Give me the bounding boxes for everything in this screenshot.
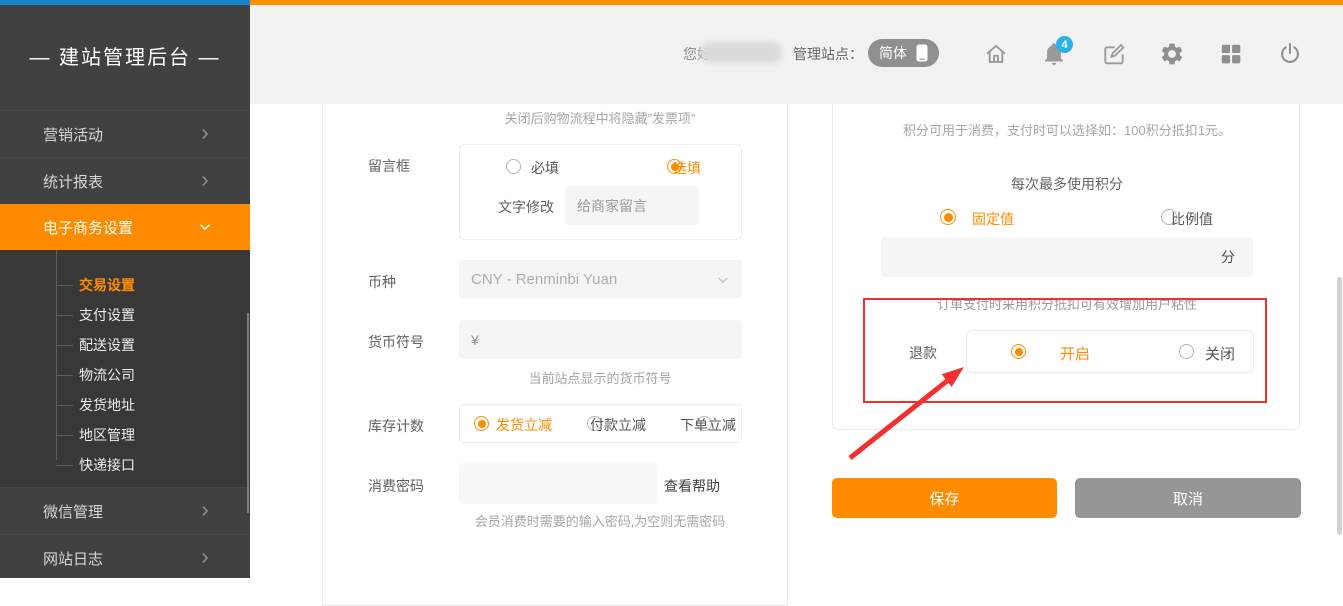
submenu-item-express-interface[interactable]: 快递接口 bbox=[0, 450, 250, 480]
chevron-right-icon bbox=[198, 504, 212, 518]
sidebar: — 建站管理后台 — 营销活动 统计报表 电子商务设置 交易设置 支付设置 配送… bbox=[0, 5, 250, 578]
submenu-item-delivery-settings[interactable]: 配送设置 bbox=[0, 330, 250, 360]
currency-symbol-hint: 当前站点显示的货币符号 bbox=[528, 368, 671, 387]
radio-ratio-value-label[interactable]: 比例值 bbox=[1171, 209, 1213, 229]
sidebar-item-label: 营销活动 bbox=[43, 124, 103, 145]
radio-fixed-value[interactable] bbox=[940, 209, 956, 225]
radio-optional-label[interactable]: 选填 bbox=[673, 158, 701, 178]
consume-password-label: 消费密码 bbox=[368, 476, 424, 496]
sidebar-item-label: 统计报表 bbox=[43, 171, 103, 192]
currency-symbol-label: 货币符号 bbox=[368, 332, 424, 352]
submenu-item-shipping-address[interactable]: 发货地址 bbox=[0, 390, 250, 420]
submenu-item-region-management[interactable]: 地区管理 bbox=[0, 420, 250, 450]
consume-password-input[interactable] bbox=[459, 463, 657, 504]
max-points-title: 每次最多使用积分 bbox=[1011, 174, 1123, 194]
view-help-link[interactable]: 查看帮助 bbox=[664, 476, 720, 496]
power-icon[interactable] bbox=[1277, 41, 1303, 67]
sidebar-item-label: 微信管理 bbox=[43, 501, 103, 522]
sidebar-item-label: 网站日志 bbox=[43, 548, 103, 569]
settings-icon[interactable] bbox=[1159, 41, 1185, 67]
sidebar-item-wechat[interactable]: 微信管理 bbox=[0, 487, 250, 534]
home-icon[interactable] bbox=[983, 41, 1009, 67]
radio-required-label[interactable]: 必填 bbox=[531, 158, 559, 178]
sidebar-item-reports[interactable]: 统计报表 bbox=[0, 157, 250, 204]
consume-password-hint: 会员消费时需要的输入密码,为空则无需密码 bbox=[475, 511, 726, 530]
radio-pay-deduct-label[interactable]: 付款立减 bbox=[590, 415, 646, 435]
refund-card: 开启 关闭 bbox=[966, 330, 1254, 373]
chevron-down-icon bbox=[198, 220, 212, 234]
sidebar-item-label: 电子商务设置 bbox=[43, 217, 133, 238]
compose-icon[interactable] bbox=[1101, 41, 1127, 67]
sidebar-item-site-logs[interactable]: 网站日志 bbox=[0, 534, 250, 581]
language-label: 简体 bbox=[879, 43, 907, 63]
chevron-down-icon bbox=[716, 273, 730, 287]
save-button[interactable]: 保存 bbox=[832, 478, 1057, 518]
radio-required[interactable] bbox=[506, 159, 521, 174]
submenu-item-trade-settings[interactable]: 交易设置 bbox=[0, 270, 250, 300]
max-points-input[interactable]: 分 bbox=[881, 237, 1253, 277]
stock-count-card: 发货立减 付款立减 下单立减 bbox=[459, 404, 742, 443]
radio-refund-off[interactable] bbox=[1179, 344, 1194, 359]
merchant-message-input[interactable]: 给商家留言 bbox=[565, 186, 699, 225]
radio-ship-deduct-label[interactable]: 发货立减 bbox=[496, 415, 552, 435]
submenu-item-payment-settings[interactable]: 支付设置 bbox=[0, 300, 250, 330]
manage-site-label: 管理站点： bbox=[793, 44, 863, 64]
message-box-card: 必填 选填 文字修改 给商家留言 bbox=[459, 144, 742, 240]
text-edit-label: 文字修改 bbox=[498, 197, 554, 217]
sidebar-submenu: 交易设置 支付设置 配送设置 物流公司 发货地址 地区管理 快递接口 bbox=[0, 250, 250, 487]
message-box-label: 留言框 bbox=[368, 156, 410, 176]
invoice-hint: 关闭后购物流程中将隐藏”发票项” bbox=[505, 108, 696, 127]
currency-select[interactable]: CNY - Renminbi Yuan bbox=[459, 260, 742, 299]
header-bar: 您好 管理站点： 简体 4 bbox=[250, 5, 1343, 104]
points-hint: 积分可用于消费，支付时可以选择如：100积分抵扣1元。 bbox=[903, 120, 1231, 139]
bell-icon[interactable]: 4 bbox=[1041, 41, 1067, 67]
app-logo: — 建站管理后台 — bbox=[0, 41, 250, 70]
deduction-hint: 订单支付时采用积分抵扣可有效增加用户粘性 bbox=[937, 294, 1197, 313]
sidebar-item-marketing[interactable]: 营销活动 bbox=[0, 110, 250, 157]
phone-icon bbox=[916, 44, 928, 62]
currency-symbol-input[interactable]: ¥ bbox=[459, 320, 742, 359]
trade-settings-panel: 关闭后购物流程中将隐藏”发票项” 留言框 必填 选填 文字修改 给商家留言 币种… bbox=[322, 104, 788, 606]
radio-fixed-value-label[interactable]: 固定值 bbox=[972, 209, 1014, 229]
radio-refund-on-label[interactable]: 开启 bbox=[1060, 343, 1090, 364]
sidebar-item-ecommerce-settings[interactable]: 电子商务设置 bbox=[0, 204, 250, 250]
chevron-right-icon bbox=[198, 127, 212, 141]
points-settings-panel: 积分可用于消费，支付时可以选择如：100积分抵扣1元。 每次最多使用积分 固定值… bbox=[832, 104, 1300, 430]
sidebar-scrollbar[interactable] bbox=[247, 313, 249, 513]
points-unit-suffix: 分 bbox=[1221, 247, 1235, 267]
radio-order-deduct-label[interactable]: 下单立减 bbox=[680, 415, 736, 435]
redacted-username bbox=[700, 42, 782, 63]
stock-count-label: 库存计数 bbox=[368, 416, 424, 436]
page-scrollbar[interactable] bbox=[1337, 277, 1342, 535]
radio-refund-off-label[interactable]: 关闭 bbox=[1205, 343, 1235, 364]
submenu-item-logistics-company[interactable]: 物流公司 bbox=[0, 360, 250, 390]
currency-value: CNY - Renminbi Yuan bbox=[471, 271, 617, 288]
apps-icon[interactable] bbox=[1218, 41, 1244, 67]
currency-label: 币种 bbox=[368, 272, 396, 292]
radio-refund-on[interactable] bbox=[1011, 344, 1026, 359]
refund-label: 退款 bbox=[909, 343, 937, 363]
notification-badge: 4 bbox=[1056, 36, 1073, 53]
radio-ship-deduct[interactable] bbox=[474, 416, 489, 431]
language-mobile-toggle[interactable]: 简体 bbox=[868, 39, 939, 67]
cancel-button[interactable]: 取消 bbox=[1075, 478, 1301, 518]
chevron-right-icon bbox=[198, 551, 212, 565]
chevron-right-icon bbox=[198, 174, 212, 188]
